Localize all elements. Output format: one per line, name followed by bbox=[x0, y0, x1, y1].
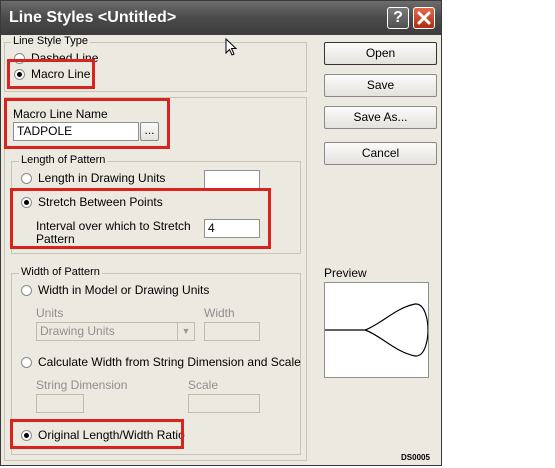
preview-label: Preview bbox=[324, 266, 367, 280]
title-bar[interactable]: Line Styles <Untitled> ? bbox=[1, 1, 441, 35]
cancel-button[interactable]: Cancel bbox=[324, 142, 437, 165]
dialog-code: DS0005 bbox=[401, 453, 430, 462]
length-of-pattern-title: Length of Pattern bbox=[19, 154, 108, 166]
width-of-pattern-title: Width of Pattern bbox=[19, 266, 102, 278]
stretch-highlight bbox=[10, 188, 271, 249]
units-select-value: Drawing Units bbox=[40, 324, 115, 338]
scale-input[interactable] bbox=[188, 394, 260, 413]
macro-line-name-highlight bbox=[4, 98, 170, 149]
string-dimension-input[interactable] bbox=[36, 394, 84, 413]
close-button[interactable] bbox=[413, 7, 435, 29]
width-label: Width bbox=[204, 306, 235, 320]
close-icon bbox=[417, 11, 431, 25]
width-model-drawing-radio[interactable] bbox=[21, 285, 32, 296]
original-ratio-highlight bbox=[10, 419, 184, 449]
tadpole-preview-shape bbox=[325, 303, 429, 357]
length-in-drawing-units-radio[interactable] bbox=[21, 173, 32, 184]
mouse-cursor-icon bbox=[225, 38, 238, 56]
width-input[interactable] bbox=[204, 322, 260, 341]
save-button[interactable]: Save bbox=[324, 74, 437, 97]
string-dimension-label: String Dimension bbox=[36, 378, 128, 392]
units-select[interactable]: Drawing Units ▼ bbox=[36, 322, 195, 341]
save-as-button[interactable]: Save As... bbox=[324, 106, 437, 129]
length-input[interactable] bbox=[204, 170, 260, 189]
preview-box bbox=[324, 282, 429, 378]
width-model-drawing-label[interactable]: Width in Model or Drawing Units bbox=[38, 283, 209, 297]
open-button[interactable]: Open bbox=[324, 42, 437, 65]
units-label: Units bbox=[36, 306, 64, 320]
calc-width-label[interactable]: Calculate Width from String Dimension an… bbox=[38, 355, 301, 369]
length-in-drawing-units-label[interactable]: Length in Drawing Units bbox=[38, 171, 165, 185]
macro-line-highlight bbox=[7, 59, 95, 89]
window-title: Line Styles <Untitled> bbox=[9, 9, 177, 26]
help-button[interactable]: ? bbox=[387, 7, 409, 29]
help-icon: ? bbox=[393, 9, 403, 26]
line-styles-dialog: Line Styles <Untitled> ? Line Style Type… bbox=[0, 0, 442, 466]
chevron-down-icon[interactable]: ▼ bbox=[177, 323, 194, 340]
calc-width-radio[interactable] bbox=[21, 357, 32, 368]
scale-label: Scale bbox=[188, 378, 219, 392]
line-style-type-title: Line Style Type bbox=[11, 35, 91, 47]
